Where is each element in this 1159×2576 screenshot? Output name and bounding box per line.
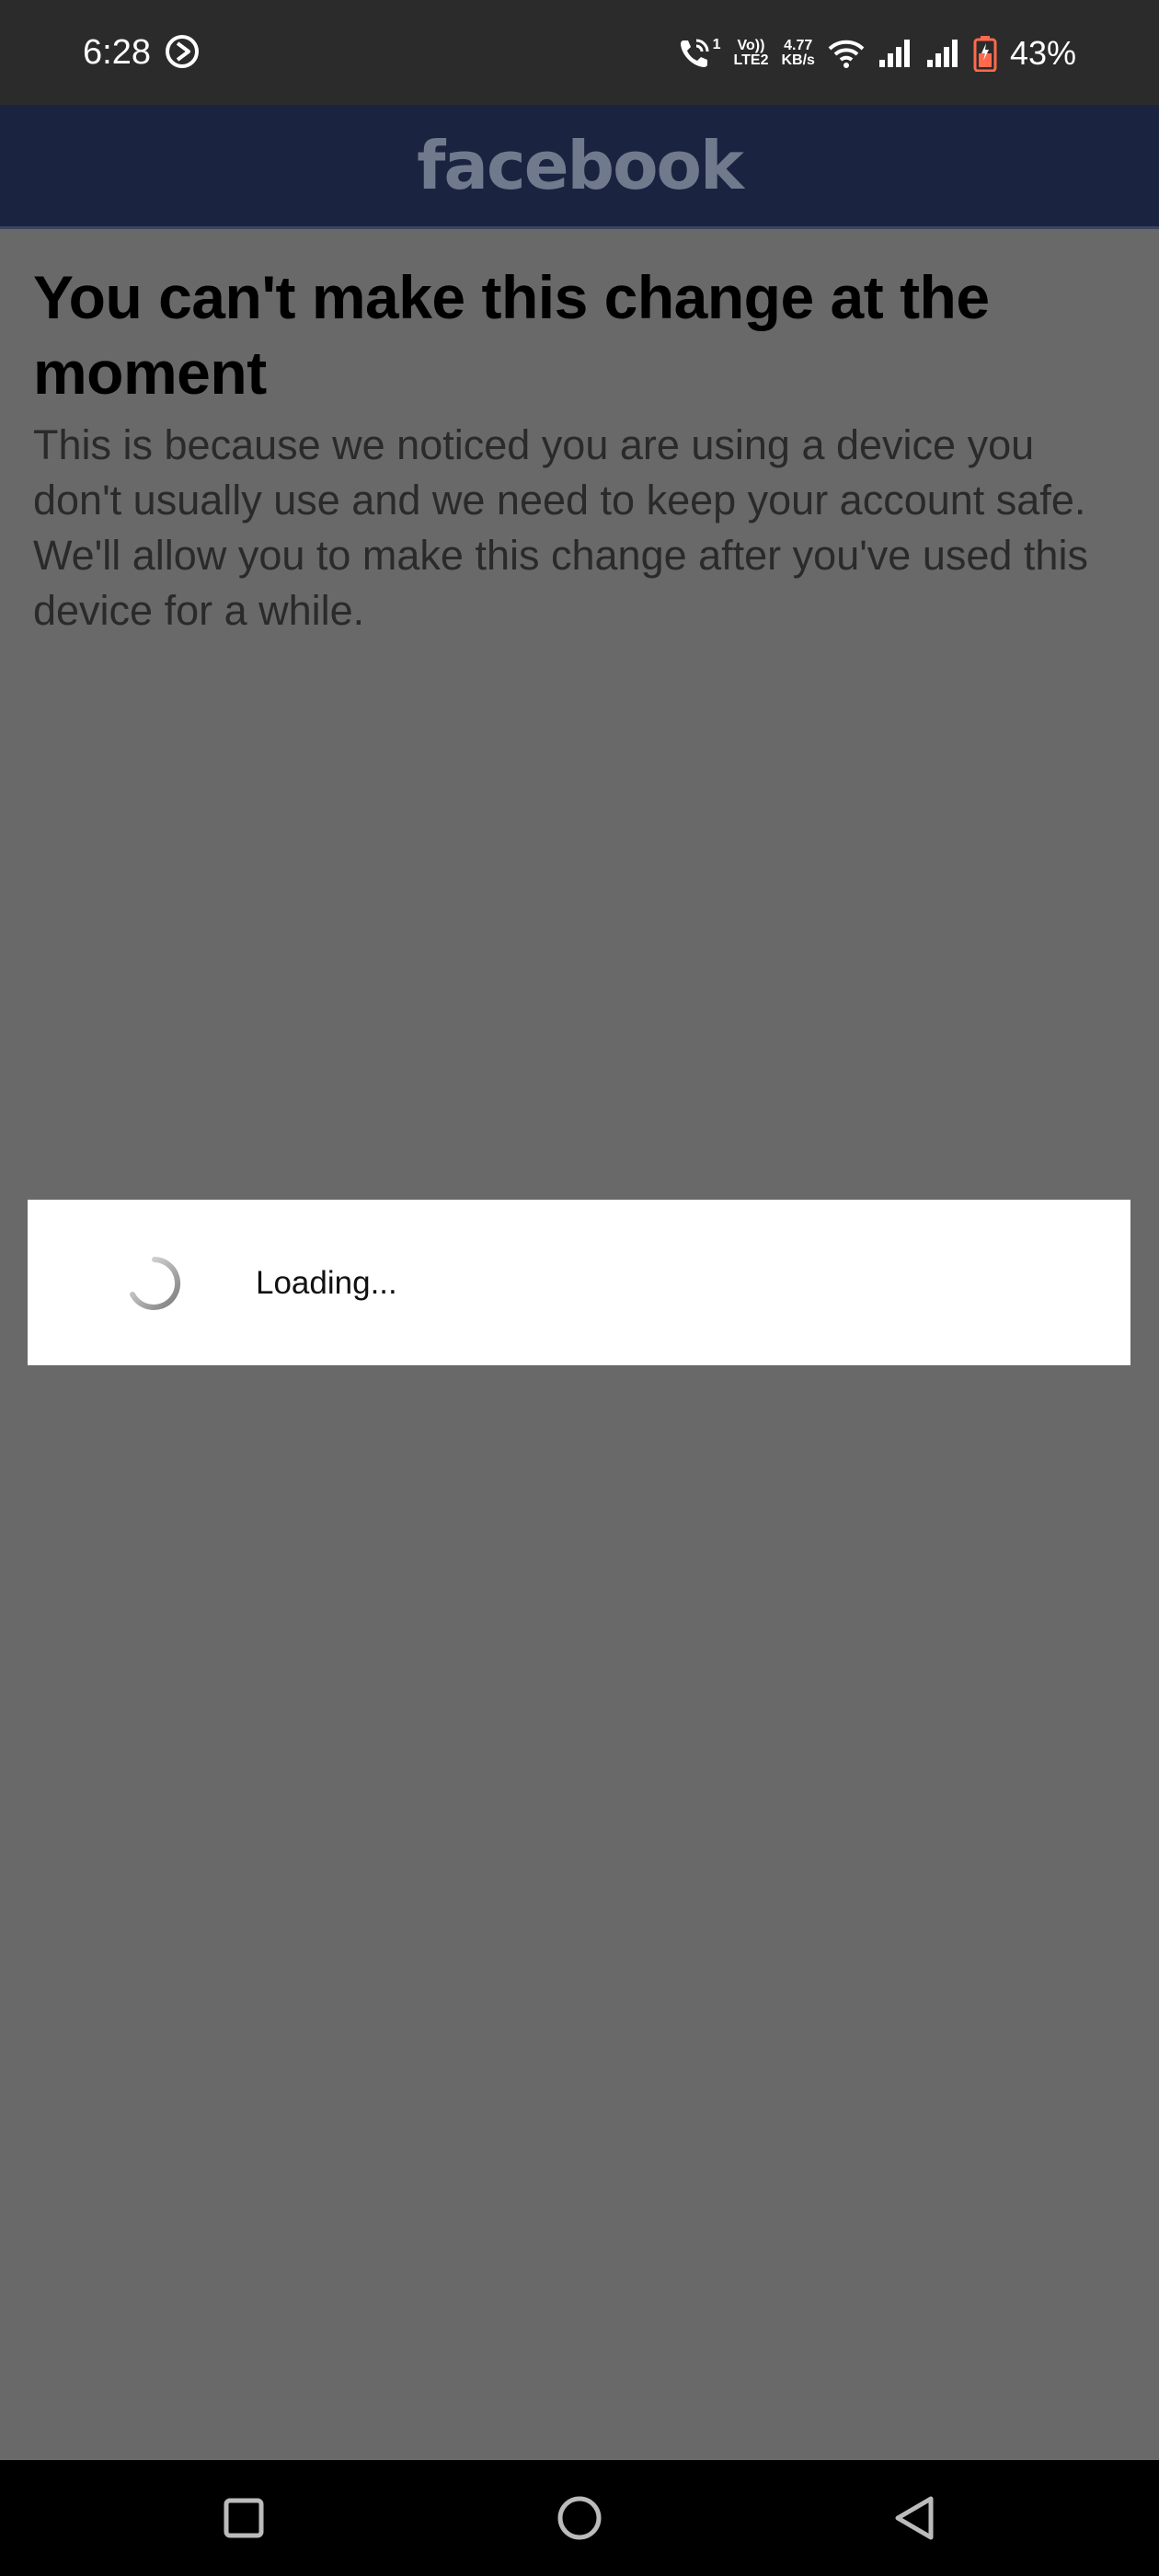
back-button[interactable] bbox=[885, 2488, 946, 2548]
loading-text: Loading... bbox=[256, 1265, 397, 1301]
network-speed-unit: KB/s bbox=[781, 52, 815, 68]
spinner-icon bbox=[130, 1257, 180, 1310]
wifi-icon bbox=[828, 40, 865, 68]
home-button[interactable] bbox=[549, 2488, 610, 2548]
home-icon bbox=[557, 2496, 602, 2540]
status-bar: 6:28 1 Vo)) LTE2 4.77 KB/s 43% bbox=[0, 0, 1159, 105]
status-time: 6:28 bbox=[83, 33, 151, 72]
facebook-logo: facebook bbox=[417, 127, 744, 204]
recent-apps-button[interactable] bbox=[213, 2488, 274, 2548]
status-icons: 1 Vo)) LTE2 4.77 KB/s 43% bbox=[678, 28, 1076, 79]
back-icon bbox=[895, 2496, 934, 2540]
wifi-call-icon: 1 bbox=[678, 37, 721, 70]
volte-top-label: Vo)) bbox=[737, 38, 765, 53]
battery-percent: 43% bbox=[1009, 34, 1076, 72]
signal-icon bbox=[878, 40, 910, 67]
battery-icon bbox=[973, 36, 997, 72]
main-content: You can't make this change at the moment… bbox=[33, 259, 1128, 638]
navigation-bar bbox=[0, 2460, 1159, 2576]
recent-apps-icon bbox=[224, 2498, 264, 2538]
volte-indicator: Vo)) LTE2 bbox=[734, 39, 769, 68]
page-title: You can't make this change at the moment bbox=[33, 263, 990, 407]
network-speed-value: 4.77 bbox=[784, 38, 813, 53]
loading-dialog: Loading... bbox=[28, 1200, 1130, 1365]
page-message: This is because we noticed you are using… bbox=[33, 421, 1088, 634]
network-speed: 4.77 KB/s bbox=[781, 39, 814, 68]
alarm-icon bbox=[166, 35, 199, 68]
call-indicator: 1 bbox=[712, 37, 721, 52]
signal-icon bbox=[926, 40, 958, 67]
volte-bottom-label: LTE2 bbox=[733, 52, 769, 68]
app-header: facebook bbox=[0, 105, 1159, 229]
